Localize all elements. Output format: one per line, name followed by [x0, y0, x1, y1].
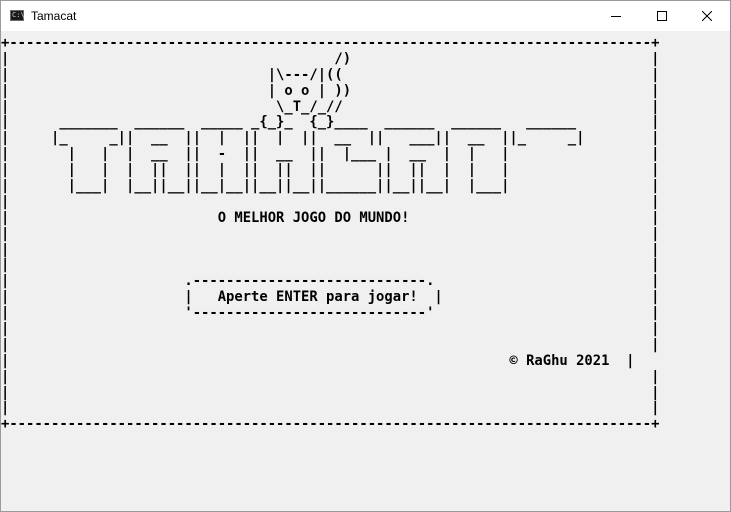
- window-title: Tamacat: [31, 9, 77, 23]
- prompt-box-top: | .----------------------------. |: [1, 273, 660, 290]
- blank-line: | |: [1, 241, 660, 258]
- enter-prompt[interactable]: | | Aperte ENTER para jogar! | |: [1, 289, 659, 306]
- maximize-icon: [657, 11, 667, 21]
- blank-line: | |: [1, 336, 660, 353]
- blank-line: | |: [1, 321, 660, 338]
- copyright-line: | © RaGhu 2021 |: [1, 352, 635, 369]
- subtitle-line: | O MELHOR JOGO DO MUNDO! |: [1, 209, 660, 226]
- close-icon: [702, 11, 712, 21]
- console-text: +---------------------------------------…: [1, 35, 660, 433]
- minimize-icon: [611, 16, 621, 17]
- logo-art-line: | |_ _|| __ || | || | || __ || ___|| __ …: [1, 130, 660, 147]
- cat-art-line: | /) |: [1, 50, 660, 67]
- blank-line: | |: [1, 384, 660, 401]
- console-border-top: +---------------------------------------…: [1, 35, 660, 51]
- console-window: C:\ Tamacat +---------------------------…: [0, 0, 731, 512]
- console-icon-glyph: C:\: [12, 11, 25, 19]
- minimize-button[interactable]: [593, 1, 639, 31]
- logo-art-line: | | | | || || | || || || || || | | | |: [1, 162, 660, 179]
- logo-art-line: | | | | __ || - || __ || |___ | __ | | |…: [1, 146, 660, 163]
- maximize-button[interactable]: [639, 1, 685, 31]
- blank-line: | |: [1, 257, 660, 274]
- prompt-box-bottom: | '----------------------------' |: [1, 305, 660, 322]
- console-icon[interactable]: C:\: [10, 10, 25, 21]
- cat-art-line: | | o o | )) |: [1, 82, 660, 99]
- blank-line: | |: [1, 400, 660, 417]
- cat-art-line: | \_T_/_// |: [1, 98, 660, 115]
- title-bar[interactable]: C:\ Tamacat: [1, 1, 730, 31]
- console-area[interactable]: +---------------------------------------…: [1, 31, 730, 511]
- logo-art-line: | _______ ______ _____ _{_}_ {_}____ ___…: [1, 114, 660, 131]
- blank-line: | |: [1, 193, 660, 210]
- close-button[interactable]: [684, 1, 730, 31]
- blank-line: | |: [1, 368, 660, 385]
- console-border-bottom: +---------------------------------------…: [1, 416, 660, 433]
- cat-art-line: | |\---/|(( |: [1, 66, 660, 83]
- blank-line: | |: [1, 225, 660, 242]
- logo-art-line: | |___| |__||__||__|__||__||__||______||…: [1, 178, 660, 195]
